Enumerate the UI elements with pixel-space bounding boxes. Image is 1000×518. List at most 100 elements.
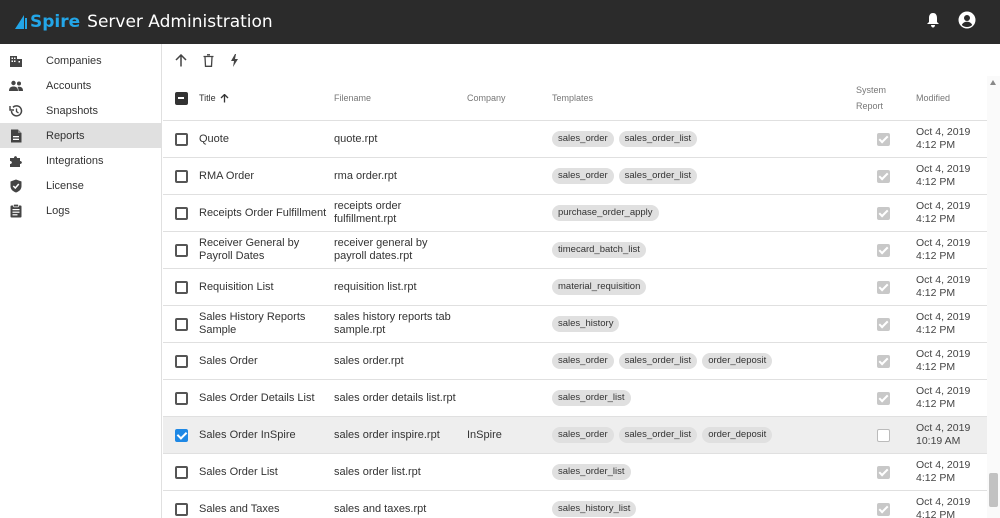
table-row[interactable]: RMA Order rma order.rpt sales_order sales_o… bbox=[163, 158, 987, 195]
column-header-company[interactable]: Company bbox=[467, 93, 552, 103]
column-header-templates[interactable]: Templates bbox=[552, 93, 850, 103]
report-title: RMA Order bbox=[199, 169, 255, 182]
trash-icon[interactable] bbox=[203, 53, 214, 67]
report-title: Sales and Taxes bbox=[199, 502, 280, 515]
spire-logo-mark-icon bbox=[15, 15, 27, 29]
row-checkbox[interactable] bbox=[174, 206, 188, 220]
sort-ascending-icon bbox=[220, 93, 229, 102]
row-checkbox[interactable] bbox=[174, 465, 188, 479]
template-chip: sales_history_list bbox=[552, 501, 637, 517]
clipboard-icon bbox=[9, 203, 23, 218]
row-checkbox[interactable] bbox=[174, 354, 188, 368]
template-chip: sales_order_list bbox=[618, 427, 698, 443]
puzzle-icon bbox=[9, 154, 23, 168]
row-checkbox[interactable] bbox=[174, 428, 188, 442]
template-chip: sales_order_list bbox=[552, 464, 631, 480]
table-row[interactable]: Requisition List requisition list.rpt mate… bbox=[163, 269, 987, 306]
template-chip: material_requisition bbox=[552, 279, 647, 295]
table-row[interactable]: Sales Order InSpire sales order inspire.r… bbox=[163, 417, 987, 454]
modified-timestamp: Oct 4, 2019 4:12 PM bbox=[916, 237, 986, 263]
sidebar-item-label: License bbox=[46, 179, 84, 192]
table-row[interactable]: Sales Order List sales order list.rpt sale… bbox=[163, 454, 987, 491]
system-report-checkbox bbox=[876, 391, 890, 405]
logo-text: Spire bbox=[30, 12, 81, 32]
modified-timestamp: Oct 4, 2019 4:12 PM bbox=[916, 274, 986, 300]
sidebar-item-label: Snapshots bbox=[46, 104, 98, 117]
modified-time: 10:19 AM bbox=[916, 435, 961, 447]
template-chips: sales_order_list bbox=[552, 464, 850, 480]
sidebar-item-companies[interactable]: Companies bbox=[0, 48, 161, 73]
template-chip: sales_order_list bbox=[552, 390, 631, 406]
system-report-checkbox bbox=[876, 502, 890, 516]
template-chips: sales_order sales_order_list bbox=[552, 168, 850, 184]
table-row[interactable]: Sales History Reports Sample sales histor… bbox=[163, 306, 987, 343]
column-header-title-label: Title bbox=[199, 93, 216, 103]
row-checkbox[interactable] bbox=[174, 391, 188, 405]
template-chip: sales_order bbox=[552, 168, 614, 184]
scroll-up-arrow-icon[interactable] bbox=[990, 80, 996, 85]
sidebar: Companies Accounts Snapshots Reports Int… bbox=[0, 44, 162, 518]
account-circle-icon[interactable] bbox=[958, 11, 976, 29]
people-icon bbox=[9, 79, 23, 93]
report-filename: sales order list.rpt bbox=[334, 465, 421, 478]
report-title: Receipts Order Fulfillment bbox=[199, 206, 327, 219]
modified-timestamp: Oct 4, 2019 4:12 PM bbox=[916, 126, 986, 152]
table-row[interactable]: Sales Order Details List sales order deta… bbox=[163, 380, 987, 417]
modified-timestamp: Oct 4, 2019 4:12 PM bbox=[916, 459, 986, 485]
modified-date: Oct 4, 2019 bbox=[916, 126, 971, 138]
modified-timestamp: Oct 4, 2019 4:12 PM bbox=[916, 348, 986, 374]
document-icon bbox=[9, 129, 23, 143]
row-checkbox[interactable] bbox=[174, 502, 188, 516]
modified-time: 4:12 PM bbox=[916, 324, 956, 336]
report-title: Sales Order bbox=[199, 354, 258, 367]
table-row[interactable]: Receiver General by Payroll Dates receive… bbox=[163, 232, 987, 269]
column-header-modified[interactable]: Modified bbox=[916, 93, 986, 103]
sidebar-item-integrations[interactable]: Integrations bbox=[0, 148, 161, 173]
lightning-icon[interactable] bbox=[230, 53, 239, 67]
template-chip: sales_order bbox=[552, 131, 614, 147]
modified-date: Oct 4, 2019 bbox=[916, 496, 971, 508]
scrollbar-thumb[interactable] bbox=[989, 473, 998, 507]
column-header-system-report[interactable]: System Report bbox=[850, 82, 916, 114]
sidebar-item-snapshots[interactable]: Snapshots bbox=[0, 98, 161, 123]
arrow-up-icon[interactable] bbox=[175, 53, 187, 67]
row-checkbox[interactable] bbox=[174, 317, 188, 331]
row-checkbox[interactable] bbox=[174, 132, 188, 146]
modified-date: Oct 4, 2019 bbox=[916, 200, 971, 212]
column-header-filename[interactable]: Filename bbox=[334, 93, 467, 103]
template-chips: sales_order sales_order_list order_deposit bbox=[552, 353, 850, 369]
table-row[interactable]: Receipts Order Fulfillment receipts order… bbox=[163, 195, 987, 232]
row-checkbox[interactable] bbox=[174, 169, 188, 183]
system-report-checkbox bbox=[876, 428, 890, 442]
column-header-title[interactable]: Title bbox=[199, 93, 334, 103]
system-report-checkbox bbox=[876, 465, 890, 479]
sidebar-item-logs[interactable]: Logs bbox=[0, 198, 161, 223]
modified-date: Oct 4, 2019 bbox=[916, 163, 971, 175]
system-report-checkbox bbox=[876, 132, 890, 146]
row-checkbox[interactable] bbox=[174, 243, 188, 257]
report-filename: sales order details list.rpt bbox=[334, 391, 456, 404]
spire-logo[interactable]: Spire bbox=[14, 12, 80, 32]
sidebar-item-label: Accounts bbox=[46, 79, 92, 92]
report-filename: sales and taxes.rpt bbox=[334, 502, 427, 515]
table-row[interactable]: Sales Order sales order.rpt sales_order sal… bbox=[163, 343, 987, 380]
sidebar-item-reports[interactable]: Reports bbox=[0, 123, 161, 148]
modified-date: Oct 4, 2019 bbox=[916, 237, 971, 249]
table-row[interactable]: Sales and Taxes sales and taxes.rpt sales_… bbox=[163, 491, 987, 518]
report-title: Receiver General by Payroll Dates bbox=[199, 237, 300, 262]
sidebar-item-accounts[interactable]: Accounts bbox=[0, 73, 161, 98]
sidebar-item-license[interactable]: License bbox=[0, 173, 161, 198]
modified-timestamp: Oct 4, 2019 4:12 PM bbox=[916, 200, 986, 226]
system-report-checkbox bbox=[876, 280, 890, 294]
top-app-bar: Spire Server Administration bbox=[0, 0, 1000, 44]
modified-time: 4:12 PM bbox=[916, 472, 956, 484]
table-row[interactable]: Quote quote.rpt sales_order sales_order_lis… bbox=[163, 121, 987, 158]
row-checkbox[interactable] bbox=[174, 280, 188, 294]
select-all-checkbox[interactable] bbox=[174, 91, 188, 105]
sidebar-item-label: Logs bbox=[46, 204, 70, 217]
template-chip: sales_order_list bbox=[618, 353, 698, 369]
modified-time: 4:12 PM bbox=[916, 398, 956, 410]
template-chips: sales_history_list bbox=[552, 501, 850, 517]
bell-icon[interactable] bbox=[926, 12, 940, 28]
vertical-scrollbar[interactable] bbox=[987, 76, 1000, 518]
